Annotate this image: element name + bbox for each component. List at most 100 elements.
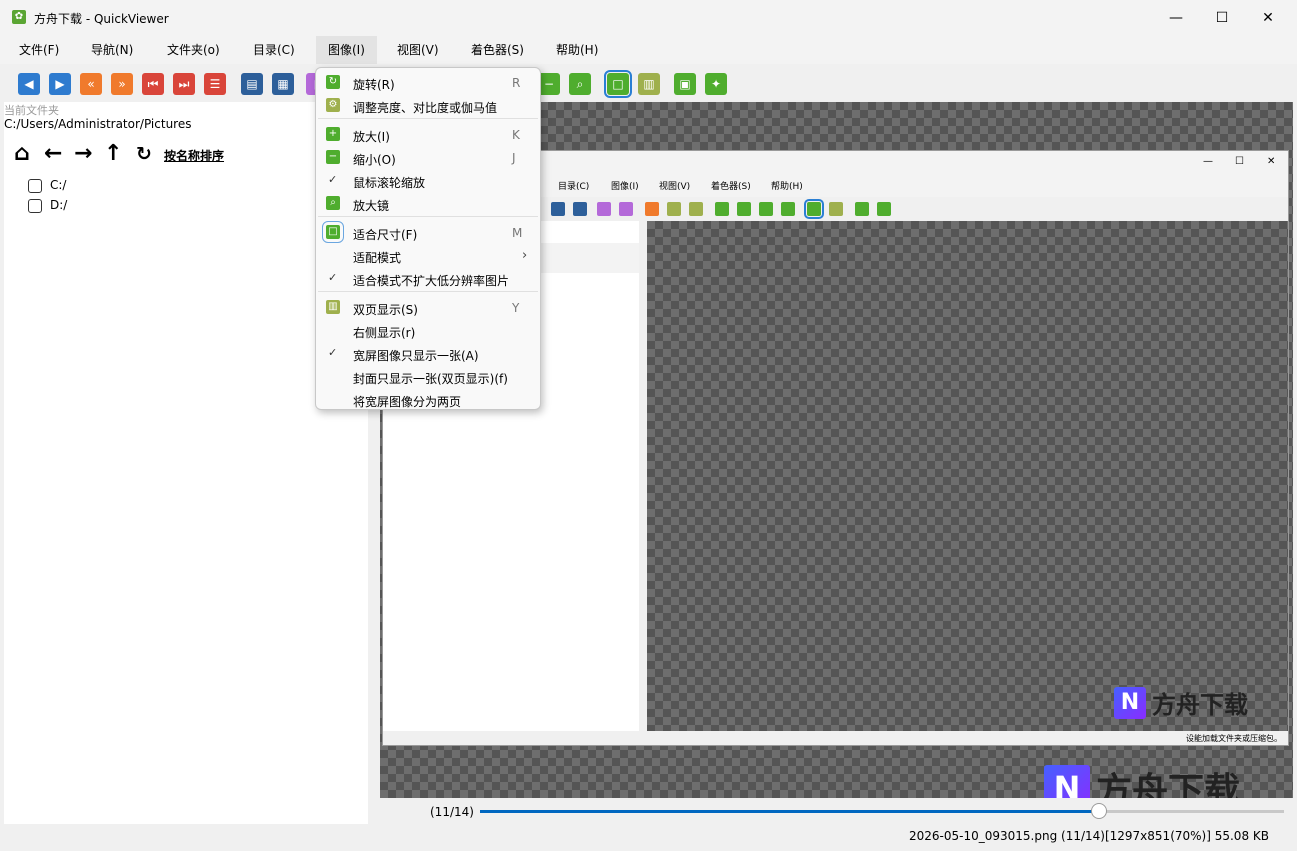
catalog-icon[interactable]: ☰ xyxy=(204,73,226,95)
inner-rotate-icon xyxy=(715,202,729,216)
close-button[interactable]: ✕ xyxy=(1245,0,1291,36)
inner-menu-image: 图像(I) xyxy=(611,182,639,192)
menu-separator xyxy=(318,216,538,217)
image-menu-item-label: 鼠标滚轮缩放 xyxy=(353,176,426,190)
prev-image-icon[interactable]: ◀ xyxy=(18,73,40,95)
image-menu-item-label: 封面只显示一张(双页显示)(f) xyxy=(353,372,508,386)
drive-d-row[interactable]: D:/ xyxy=(28,198,67,216)
status-bar: 2026-05-10_093015.png (11/14)[1297x851(7… xyxy=(0,826,1297,848)
image-menu-item-label: 右侧显示(r) xyxy=(353,326,416,340)
image-menu-item-label: 放大(I) xyxy=(353,130,390,144)
inner-menu-catalog: 目录(C) xyxy=(558,182,590,192)
inner-pin-icon xyxy=(877,202,891,216)
page-slider[interactable] xyxy=(480,803,1284,819)
image-menu-item[interactable]: ▥ 双页显示(S) Y xyxy=(318,296,538,319)
rewind-icon[interactable]: « xyxy=(80,73,102,95)
image-menu-item[interactable]: ✓ 宽屏图像只显示一张(A) xyxy=(318,342,538,365)
inner-save-icon xyxy=(573,202,587,216)
inner-gear-icon xyxy=(689,202,703,216)
plus-icon: + xyxy=(326,127,340,141)
folder-nav-bar: ⌂ ← → ↑ ↻ 按名称排序 xyxy=(14,142,354,166)
menu-image[interactable]: 图像(I) xyxy=(316,36,377,64)
forward-arrow-icon[interactable]: → xyxy=(74,142,92,166)
menu-navigate[interactable]: 导航(N) xyxy=(79,36,145,64)
back-arrow-icon[interactable]: ← xyxy=(44,142,62,166)
inner-open-icon xyxy=(551,202,565,216)
sort-by-name-link[interactable]: 按名称排序 xyxy=(164,147,224,164)
refresh-icon[interactable]: ↻ xyxy=(136,142,152,166)
shortcut-key: Y xyxy=(512,301,520,315)
last-image-icon[interactable]: ⏭ xyxy=(173,73,195,95)
image-menu-item-label: 宽屏图像只显示一张(A) xyxy=(353,349,479,363)
image-menu-item-label: 缩小(O) xyxy=(353,153,396,167)
menu-file[interactable]: 文件(F) xyxy=(7,36,71,64)
dual-page-icon: ▥ xyxy=(326,300,340,314)
shortcut-key: M xyxy=(512,226,523,240)
shortcut-key: R xyxy=(512,76,521,90)
home-icon[interactable]: ⌂ xyxy=(14,142,30,166)
image-menu-item-label: 双页显示(S) xyxy=(353,303,418,317)
menu-shader[interactable]: 着色器(S) xyxy=(459,36,536,64)
drive-d-checkbox[interactable] xyxy=(28,198,42,213)
image-menu-item[interactable]: ⚙ 调整亮度、对比度或伽马值 xyxy=(318,94,538,117)
drive-c-row[interactable]: C:/ xyxy=(28,178,66,196)
inner-plus-icon xyxy=(737,202,751,216)
open-file-icon[interactable]: ▤ xyxy=(241,73,263,95)
magnifier-icon[interactable]: ⌕ xyxy=(569,73,591,95)
up-arrow-icon[interactable]: ↑ xyxy=(104,142,122,166)
image-menu-item[interactable]: 右侧显示(r) xyxy=(318,319,538,342)
drive-c-checkbox[interactable] xyxy=(28,178,42,193)
inner-status-bar: 设能加载文件夹或压缩包。 xyxy=(383,731,1288,745)
watermark-small-text: 方舟下载 xyxy=(1152,691,1248,719)
image-menu-item-label: 旋转(R) xyxy=(353,78,395,92)
inner-minimize-icon: — xyxy=(1203,156,1213,167)
image-menu-item[interactable]: 封面只显示一张(双页显示)(f) xyxy=(318,365,538,388)
watermark-small: N 方舟下载 xyxy=(1114,685,1248,720)
magnifier-icon: ⌕ xyxy=(326,196,340,210)
image-menu-item-label: 将宽屏图像分为两页 xyxy=(353,395,462,409)
zoom-out-icon[interactable]: − xyxy=(538,73,560,95)
inner-magnifier-icon xyxy=(781,202,795,216)
fast-forward-icon[interactable]: » xyxy=(111,73,133,95)
image-menu-item[interactable]: 适配模式 › xyxy=(318,244,538,267)
menu-bar: 文件(F) 导航(N) 文件夹(o) 目录(C) 图像(I) 视图(V) 着色器… xyxy=(0,36,1297,64)
pin-icon[interactable]: ✦ xyxy=(705,73,727,95)
image-menu-item[interactable]: ⌕ 放大镜 xyxy=(318,192,538,215)
image-menu-item[interactable]: ✓ 适合模式不扩大低分辨率图片 xyxy=(318,267,538,290)
first-image-icon[interactable]: ⏮ xyxy=(142,73,164,95)
menu-view[interactable]: 视图(V) xyxy=(385,36,451,64)
image-menu-item[interactable]: ↻ 旋转(R) R xyxy=(318,71,538,94)
inner-menu-shader: 着色器(S) xyxy=(711,182,751,192)
inner-book-icon xyxy=(667,202,681,216)
inner-fit-icon xyxy=(804,199,824,219)
image-menu-item[interactable]: □ 适合尺寸(F) M xyxy=(318,221,538,244)
maximize-button[interactable]: ☐ xyxy=(1199,0,1245,36)
inner-canvas xyxy=(647,221,1288,731)
minus-icon: − xyxy=(326,150,340,164)
slider-thumb[interactable] xyxy=(1091,803,1108,819)
inner-menu-help: 帮助(H) xyxy=(771,182,803,192)
inner-page-left-icon xyxy=(597,202,611,216)
image-menu-item[interactable]: + 放大(I) K xyxy=(318,123,538,146)
save-image-icon[interactable]: ▦ xyxy=(272,73,294,95)
checkmark-icon: ✓ xyxy=(328,346,338,359)
folder-panel: 当前文件夹 C:/Users/Administrator/Pictures ⌂ … xyxy=(4,102,368,824)
slideshow-icon[interactable]: ▣ xyxy=(674,73,696,95)
rotate-icon: ↻ xyxy=(326,75,340,89)
menu-catalog[interactable]: 目录(C) xyxy=(241,36,307,64)
fit-window-icon[interactable]: □ xyxy=(604,70,632,98)
watermark-logo-icon: N xyxy=(1114,686,1146,719)
menu-separator xyxy=(318,291,538,292)
minimize-button[interactable]: — xyxy=(1153,0,1199,36)
menu-help[interactable]: 帮助(H) xyxy=(544,36,610,64)
inner-dual-page-icon xyxy=(829,202,843,216)
dual-page-icon[interactable]: ▥ xyxy=(638,73,660,95)
image-menu-item-label: 适合模式不扩大低分辨率图片 xyxy=(353,274,510,288)
inner-menu-view: 视图(V) xyxy=(659,182,691,192)
menu-folder[interactable]: 文件夹(o) xyxy=(155,36,232,64)
image-menu-item[interactable]: 将宽屏图像分为两页 xyxy=(318,388,538,411)
image-menu-item[interactable]: ✓ 鼠标滚轮缩放 xyxy=(318,169,538,192)
inner-minus-icon xyxy=(759,202,773,216)
next-image-icon[interactable]: ▶ xyxy=(49,73,71,95)
image-menu-item[interactable]: − 缩小(O) J xyxy=(318,146,538,169)
